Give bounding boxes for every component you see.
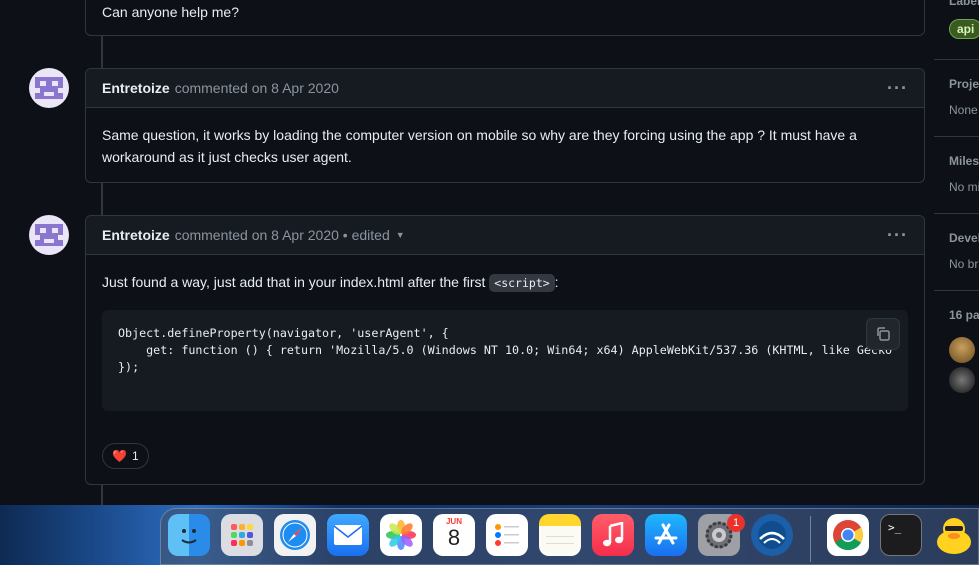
comment-text-suffix: : (554, 274, 559, 290)
safari-icon[interactable] (274, 514, 316, 556)
heart-icon: ❤️ (112, 449, 127, 463)
chrome-icon[interactable] (827, 514, 869, 556)
reminders-icon[interactable] (486, 514, 528, 556)
notes-icon[interactable] (539, 514, 581, 556)
sidebar-development-title[interactable]: Development (949, 231, 979, 245)
comment-author[interactable]: Entretoize (102, 80, 170, 96)
finder-icon[interactable] (168, 514, 210, 556)
comment-text: Just found a way, just add that in your … (102, 274, 486, 290)
photos-icon[interactable] (380, 514, 422, 556)
copy-icon (877, 327, 890, 341)
heart-reaction-button[interactable]: ❤️ 1 (102, 443, 149, 469)
comment: Entretoize commented on 8 Apr 2020 ··· S… (85, 68, 925, 183)
comment-header: Entretoize commented on 8 Apr 2020 ··· (86, 69, 924, 108)
reaction-count: 1 (131, 449, 139, 463)
launchpad-icon[interactable] (221, 514, 263, 556)
comment-author[interactable]: Entretoize (102, 227, 170, 243)
app-icon[interactable] (751, 514, 793, 556)
sidebar-development-value: No branches (949, 257, 979, 271)
sidebar-participants-title: 16 participants (949, 308, 979, 322)
comment-timestamp-edited[interactable]: commented on 8 Apr 2020 • edited (175, 227, 390, 243)
comment-header: Entretoize commented on 8 Apr 2020 • edi… (86, 216, 924, 255)
music-icon[interactable] (592, 514, 634, 556)
label-api[interactable]: api (949, 19, 979, 39)
dock-separator (810, 516, 811, 562)
more-options-icon[interactable]: ··· (887, 225, 908, 246)
participant-avatar[interactable] (949, 367, 975, 393)
comment-timestamp[interactable]: commented on 8 Apr 2020 (175, 80, 339, 96)
sidebar-labels-title[interactable]: Labels (949, 0, 979, 8)
timeline-line (101, 485, 103, 505)
copy-button[interactable] (866, 318, 900, 350)
edit-history-caret-icon[interactable]: ▼ (396, 230, 405, 240)
mail-icon[interactable] (327, 514, 369, 556)
more-options-icon[interactable]: ··· (887, 78, 908, 99)
sidebar-projects-value: None (949, 103, 978, 117)
comment-body: Just found a way, just add that in your … (86, 255, 924, 485)
previous-comment-body: Can anyone help me? (102, 4, 239, 20)
calendar-day: 8 (447, 525, 461, 550)
issue-sidebar: Labels api Projects None Milestone No mi… (934, 0, 979, 505)
comment: Entretoize commented on 8 Apr 2020 • edi… (85, 215, 925, 485)
sidebar-milestone-value: No milestone (949, 180, 979, 194)
sidebar-divider (934, 213, 979, 214)
sidebar-divider (934, 290, 979, 291)
avatar[interactable] (29, 68, 69, 108)
inline-code: <script> (489, 274, 555, 292)
participant-avatar[interactable] (949, 337, 975, 363)
calendar-icon[interactable]: JUN 8 (433, 514, 475, 556)
terminal-icon[interactable]: >_ (880, 514, 922, 556)
sidebar-divider (934, 59, 979, 60)
previous-comment: Can anyone help me? (85, 0, 925, 36)
avatar[interactable] (29, 215, 69, 255)
code-content: Object.defineProperty(navigator, 'userAg… (118, 326, 893, 374)
code-block: Object.defineProperty(navigator, 'userAg… (102, 310, 908, 411)
sidebar-projects-title[interactable]: Projects (949, 77, 979, 91)
cyberduck-icon[interactable] (933, 514, 975, 556)
comment-body: Same question, it works by loading the c… (102, 127, 857, 165)
settings-notification-badge: 1 (727, 514, 745, 532)
app-store-icon[interactable] (645, 514, 687, 556)
sidebar-milestone-title[interactable]: Milestone (949, 154, 979, 168)
sidebar-divider (934, 136, 979, 137)
